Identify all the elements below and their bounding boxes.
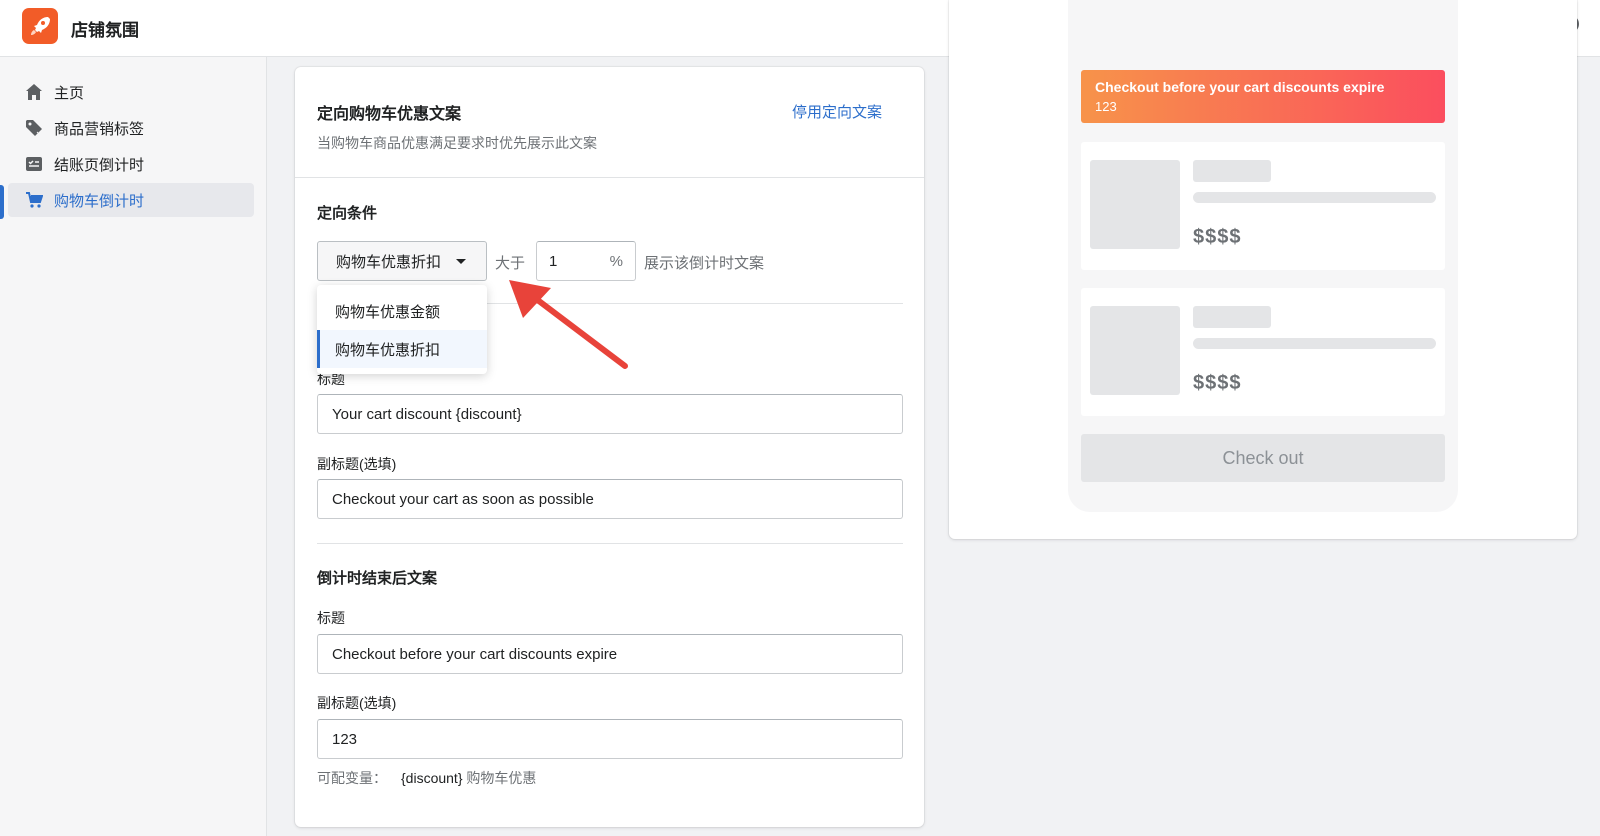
disable-targeted-text-link[interactable]: 停用定向文案 xyxy=(792,101,882,122)
sidebar: 主页 商品营销标签 结账页倒计时 购物车倒计时 xyxy=(0,57,267,836)
condition-section-title: 定向条件 xyxy=(317,205,378,222)
expired-title-label: 标题 xyxy=(317,610,345,626)
product-placeholder: $$$$ xyxy=(1081,288,1445,416)
product-price: $$$$ xyxy=(1193,372,1242,394)
percent-suffix: % xyxy=(609,253,623,270)
threshold-field: % xyxy=(536,241,636,281)
expired-subtitle-input[interactable] xyxy=(317,719,903,759)
product-placeholder: $$$$ xyxy=(1081,142,1445,270)
subtitle-input[interactable] xyxy=(317,479,903,519)
variable-code: {discount} xyxy=(401,770,463,786)
targeted-text-card: 定向购物车优惠文案 当购物车商品优惠满足要求时优先展示此文案 停用定向文案 定向… xyxy=(295,67,924,827)
product-text-placeholder xyxy=(1193,192,1436,203)
greater-than-label: 大于 xyxy=(495,255,526,272)
condition-type-select[interactable]: 购物车优惠折扣 xyxy=(317,241,487,281)
product-image-placeholder xyxy=(1090,306,1180,395)
tag-icon xyxy=(24,118,44,138)
show-countdown-text-label: 展示该倒计时文案 xyxy=(644,255,765,272)
cart-icon xyxy=(24,190,44,210)
home-icon xyxy=(24,82,44,102)
dropdown-option-discount[interactable]: 购物车优惠折扣 xyxy=(317,330,487,368)
expired-title-input[interactable] xyxy=(317,634,903,674)
sidebar-item-label: 购物车倒计时 xyxy=(54,192,145,210)
annotation-arrow-icon xyxy=(509,280,628,369)
product-title-placeholder xyxy=(1193,306,1271,328)
variable-description: 购物车优惠 xyxy=(466,770,537,786)
card-subtitle: 当购物车商品优惠满足要求时优先展示此文案 xyxy=(317,135,597,151)
app-name: 店铺氛围 xyxy=(71,21,139,40)
sidebar-item-cart-countdown[interactable]: 购物车倒计时 xyxy=(8,183,254,217)
sidebar-item-checkout-countdown[interactable]: 结账页倒计时 xyxy=(8,147,254,181)
variables-hint: 可配变量： {discount} 购物车优惠 xyxy=(317,768,536,788)
product-text-placeholder xyxy=(1193,338,1436,349)
checkout-button: Check out xyxy=(1081,434,1445,482)
dropdown-option-amount[interactable]: 购物车优惠金额 xyxy=(317,292,487,330)
divider xyxy=(295,177,924,178)
countdown-banner: Checkout before your cart discounts expi… xyxy=(1081,70,1445,123)
condition-select-value: 购物车优惠折扣 xyxy=(336,253,442,271)
banner-subtitle: 123 xyxy=(1095,99,1117,114)
preview-card: Checkout before your cart discounts expi… xyxy=(949,0,1577,539)
product-image-placeholder xyxy=(1090,160,1180,249)
checkout-list-icon xyxy=(24,154,44,174)
caret-down-icon xyxy=(456,259,466,264)
divider xyxy=(317,543,903,544)
sidebar-item-product-tags[interactable]: 商品营销标签 xyxy=(8,111,254,145)
product-price: $$$$ xyxy=(1193,226,1242,248)
sidebar-item-label: 结账页倒计时 xyxy=(54,156,145,174)
cart-preview: Checkout before your cart discounts expi… xyxy=(1068,0,1458,512)
condition-dropdown-menu: 购物车优惠金额 购物车优惠折扣 xyxy=(317,285,487,374)
sidebar-item-label: 商品营销标签 xyxy=(54,120,145,138)
banner-title: Checkout before your cart discounts expi… xyxy=(1095,79,1385,95)
expired-subtitle-label: 副标题(选填) xyxy=(317,695,397,711)
product-title-placeholder xyxy=(1193,160,1271,182)
active-indicator xyxy=(0,185,4,219)
variables-label: 可配变量： xyxy=(317,770,387,786)
after-countdown-section-title: 倒计时结束后文案 xyxy=(317,570,438,587)
card-title: 定向购物车优惠文案 xyxy=(317,106,462,123)
sidebar-item-label: 主页 xyxy=(54,84,85,102)
threshold-input[interactable] xyxy=(537,242,607,280)
subtitle-label: 副标题(选填) xyxy=(317,456,397,472)
sidebar-item-home[interactable]: 主页 xyxy=(8,75,254,109)
title-input[interactable] xyxy=(317,394,903,434)
app-logo-icon xyxy=(22,8,58,44)
